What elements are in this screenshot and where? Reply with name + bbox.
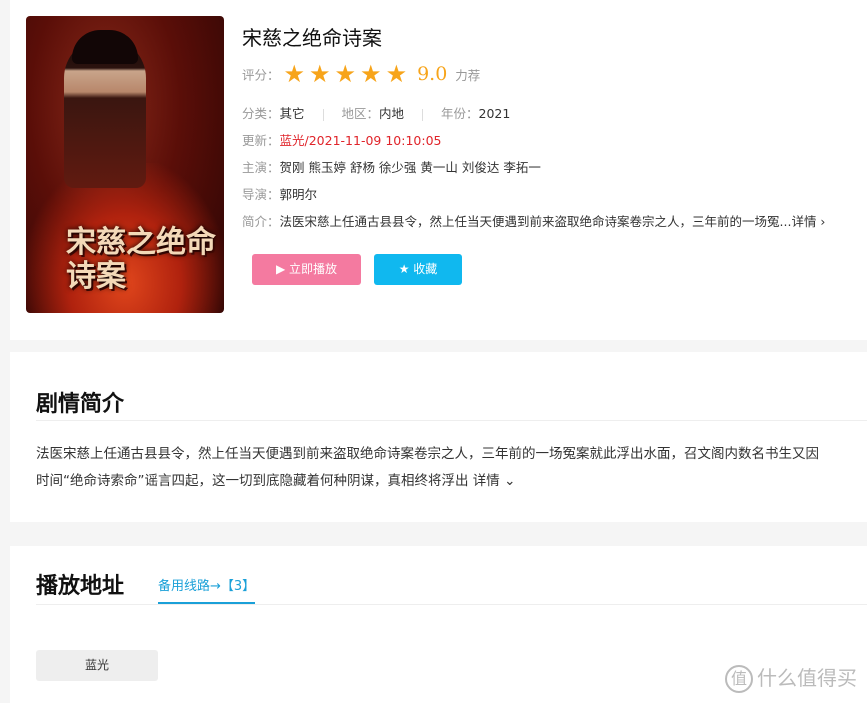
rating-label: 评分： [242, 67, 280, 83]
category-value[interactable]: 其它 [280, 106, 305, 121]
plot-card: 剧情简介 法医宋慈上任通古县县令，然上任当天便遇到前来盗取绝命诗案卷宗之人，三年… [10, 352, 867, 522]
watermark-text: 什么值得买 [757, 665, 857, 690]
play-divider [36, 604, 867, 605]
plot-line-2: 时间“绝命诗索命”谣言四起，这一切到底隐藏着何种阴谋，真相终将浮出 [36, 473, 469, 489]
divider [322, 108, 324, 121]
star-icon: ★ [283, 60, 306, 88]
movie-title-wrap: 宋慈之绝命诗案 [242, 22, 382, 51]
category-label: 分类： [242, 106, 280, 121]
divider [422, 108, 424, 121]
watermark-badge-icon: 值 [725, 665, 753, 693]
update-label: 更新： [242, 133, 280, 148]
star-icon: ★ [309, 60, 331, 88]
rating-score: 9.0 [417, 63, 448, 85]
poster-hat [72, 30, 138, 64]
update-value: 蓝光/2021-11-09 10:10:05 [279, 133, 442, 148]
summary-text: 法医宋慈上任通古县县令，然上任当天便遇到前来盗取绝命诗案卷宗之人，三年前的一场冤… [279, 214, 792, 229]
cast-row: 主演：贺刚 熊玉婷 舒杨 徐少强 黄一山 刘俊达 李拓一 [242, 157, 541, 176]
episode-button[interactable]: 蓝光 [36, 650, 158, 681]
cast-value[interactable]: 贺刚 熊玉婷 舒杨 徐少强 黄一山 刘俊达 李拓一 [280, 160, 541, 175]
summary-label: 简介： [242, 214, 280, 229]
plot-divider [36, 420, 867, 421]
meta-row: 分类：其它 地区：内地 年份：2021 [242, 103, 510, 122]
year-value[interactable]: 2021 [479, 106, 511, 121]
star-icon: ★ [334, 60, 357, 88]
director-row: 导演：郭明尔 [242, 184, 317, 203]
plot-line-1: 法医宋慈上任通古县县令，然上任当天便遇到前来盗取绝命诗案卷宗之人，三年前的一场冤… [36, 446, 819, 462]
plot-more-link[interactable]: 详情 ⌄ [473, 473, 516, 489]
star-icon: ★ [360, 60, 382, 88]
play-heading: 播放地址 [36, 574, 125, 599]
year-label: 年份： [441, 106, 479, 121]
movie-title: 宋慈之绝命诗案 [242, 26, 382, 50]
region-value[interactable]: 内地 [379, 106, 404, 121]
summary-more-link[interactable]: 详情 › [791, 214, 825, 229]
rating-row: 评分： ★ ★ ★ ★ ★ 9.0 力荐 [242, 60, 480, 88]
poster-title-art: 宋慈之绝命诗案 [66, 225, 216, 294]
star-icon: ★ [385, 60, 408, 88]
tab-backup-line[interactable]: 备用线路→【3】 [158, 575, 256, 604]
region-label: 地区： [341, 106, 380, 121]
movie-poster[interactable]: 宋慈之绝命诗案 [26, 16, 224, 313]
plot-heading: 剧情简介 [36, 392, 125, 417]
rating-stars: ★ ★ ★ ★ ★ [284, 60, 412, 88]
play-now-button[interactable]: ▶ 立即播放 [252, 254, 361, 285]
summary-row: 简介：法医宋慈上任通古县县令，然上任当天便遇到前来盗取绝命诗案卷宗之人，三年前的… [242, 211, 825, 230]
director-label: 导演： [242, 187, 280, 202]
rating-verdict: 力荐 [455, 67, 481, 83]
favorite-button[interactable]: ★ 收藏 [374, 254, 462, 285]
cast-label: 主演： [242, 160, 280, 175]
director-value[interactable]: 郭明尔 [280, 187, 318, 202]
watermark: 值什么值得买 [725, 662, 857, 693]
update-row: 更新：蓝光/2021-11-09 10:10:05 [242, 130, 442, 149]
plot-line-2-wrap: 时间“绝命诗索命”谣言四起，这一切到底隐藏着何种阴谋，真相终将浮出 详情 ⌄ [36, 469, 515, 493]
